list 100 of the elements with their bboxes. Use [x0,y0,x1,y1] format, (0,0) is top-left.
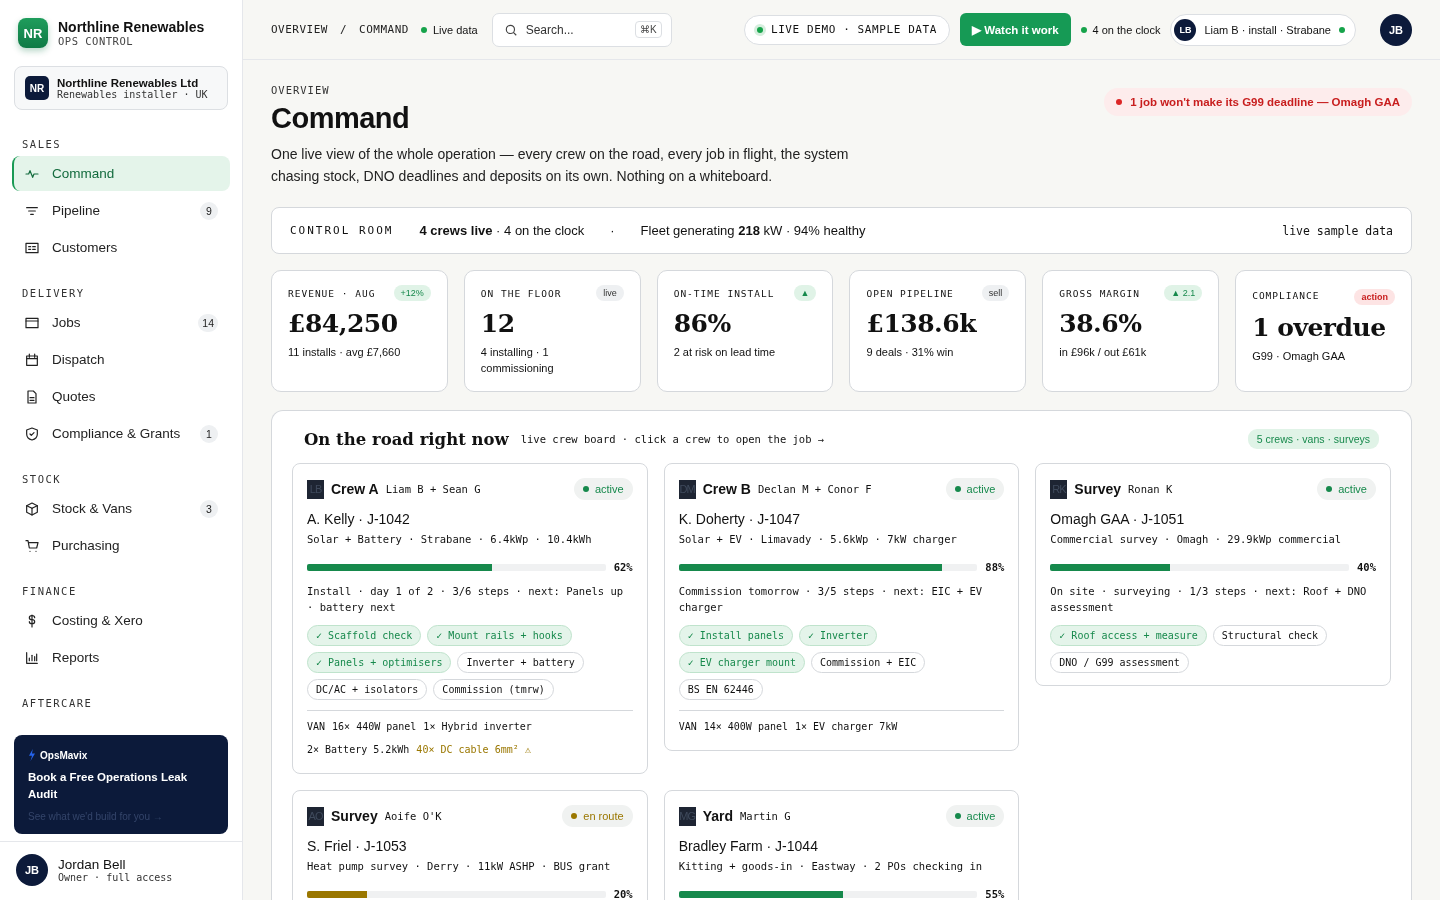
user-name: Jordan Bell [58,857,127,872]
kpi-label: OPEN PIPELINE [866,287,954,299]
job-title: Omagh GAA · J-1051 [1050,511,1186,527]
page-intro: One live view of the whole operation — every crew on the road, every job in flight, the system chasing stock, DNO deadlines and deposits on its own. Nothing on a whiteboard. [271,145,850,186]
crew-name: Yard [702,808,733,824]
count-badge: 1 [200,424,218,443]
sidebar-item[interactable]: Jobs 14 [12,305,230,340]
nav-icon [24,500,40,517]
board-subtitle: live crew board · click a crew to open the job → [520,433,825,445]
step-tag: ✓ Scaffold check [307,625,422,646]
brand-logo: NR [18,18,48,48]
kpi-badge: ▲ 2.1 [1164,285,1203,301]
breadcrumb-item[interactable]: COMMAND [359,23,409,36]
job-spec: Kitting + goods-in · Eastway · 2 POs checking in [678,860,984,872]
van-stock-item: 40× DC cable 6mm² ⚠ [416,743,531,757]
organisation-switcher[interactable]: NR Northline Renewables Ltd Renewables installer · UK [14,66,228,110]
nav-section-heading: FINANCE [21,584,78,599]
progress-percent: 55% [985,888,1005,900]
kpi-label: ON-TIME INSTALL [673,287,775,299]
sidebar-item[interactable]: Command [12,156,230,191]
crew-status: en route [583,810,624,822]
crew-members: Martin G [740,810,791,822]
crew-card[interactable] [292,463,648,774]
fleet-health: kW · 94% healthy [763,223,866,238]
nav-section-heading: SALES [21,137,63,152]
kpi-badge: sell [981,285,1010,301]
count-badge: 3 [200,499,218,518]
crew-status: active [966,483,996,495]
brand-subtitle: OPS CONTROL [58,35,135,47]
van-label: VAN [678,720,697,734]
job-title: K. Doherty · J-1047 [678,511,802,527]
crew-card[interactable] [663,463,1020,751]
crew-members: Aoife O'K [384,810,442,822]
nav-icon [24,649,40,666]
van-stock-item: 1× EV charger 7kW [795,720,898,734]
van-stock-item: 16× 440W panel [332,720,417,734]
clock-status: 4 on the clock [1092,23,1161,36]
crew-status: active [966,810,996,822]
progress-text: Commission tomorrow · 3/5 steps · next: EIC + EV charger [678,584,984,615]
van-stock-item: 2× Battery 5.2kWh [307,743,410,757]
step-tag: ✓ Install panels [678,625,793,646]
job-title: A. Kelly · J-1042 [307,511,411,527]
job-spec: Solar + Battery · Strabane · 6.4kWp · 10.4kWh [307,533,593,545]
kpi-subtext: G99 · Omagh GAA [1252,349,1347,364]
count-badge: 9 [200,201,218,220]
crew-status: active [594,483,624,495]
step-tag: ✓ Inverter [799,625,878,646]
crew-members: Ronan K [1128,483,1173,495]
page-title: Command [271,102,411,135]
nav-section-heading: STOCK [21,472,63,487]
kpi-badge: live [596,285,624,301]
crew-name: Survey [331,808,378,824]
progress-percent: 40% [1357,561,1376,573]
van-stock-item: 14× 400W panel [703,720,788,734]
kpi-label: REVENUE · AUG [288,287,376,299]
progress-text: On site · surveying · 1/3 steps · next: Roof + DNO assessment [1050,584,1368,615]
sidebar-item[interactable]: Purchasing [12,528,230,563]
watch-button[interactable]: ▶ Watch it work [960,13,1071,46]
page-eyebrow: OVERVIEW [271,84,331,96]
sidebar-item[interactable]: Reports [12,640,230,675]
crew-card[interactable] [1035,463,1391,686]
kpi-label: COMPLIANCE [1252,289,1320,301]
fleet-label: Fleet generating [640,223,735,238]
step-tag: ✓ EV charger mount [678,652,806,673]
nav-icon [24,425,40,442]
sidebar-item[interactable]: Quotes [12,379,230,414]
sidebar-item[interactable]: Compliance & Grants 1 [12,416,230,451]
nav-icon [24,537,40,554]
crew-members: Declan M + Conor F [757,483,872,495]
breadcrumb-item[interactable]: OVERVIEW [271,23,328,36]
control-room-label: CONTROL ROOM [290,224,394,237]
nav-icon [24,351,40,368]
kpi-value: 38.6% [1059,309,1143,338]
crew-chip[interactable]: LB Liam B · install · Strabane [1170,13,1356,46]
job-title: Bradley Farm · J-1044 [678,838,819,854]
clock-count: · 4 on the clock [496,223,585,238]
sidebar-item[interactable]: Pipeline 9 [12,193,230,228]
bolt-icon [28,749,36,761]
user-role: Owner · full access [58,872,173,883]
sidebar-item[interactable]: Dispatch [12,342,230,377]
alert-banner[interactable]: 1 job won't make its G99 deadline — Omagh GAA [1104,88,1412,116]
kpi-subtext: 11 installs · avg £7,660 [288,345,402,360]
sidebar-item[interactable]: Customers [12,230,230,265]
kpi-subtext: 2 at risk on lead time [673,345,777,360]
user-avatar[interactable]: JB [1380,13,1412,46]
sidebar-item[interactable]: Costing & Xero [12,603,230,638]
promo-title: Book a Free Operations Leak Audit [28,770,189,802]
promo-brand: OpsMavix [40,749,88,761]
crew-name: Crew A [331,481,379,497]
kpi-subtext: in £96k / out £61k [1059,345,1148,360]
nav-section-heading: AFTERCARE [21,696,94,711]
step-tag: ✓ Panels + optimisers [307,652,452,673]
sidebar-item[interactable]: Stock & Vans 3 [12,491,230,526]
shortcut-key: ⌘K [634,20,662,38]
sample-data-note: live sample data [1282,223,1393,238]
nav-icon [24,388,40,405]
organisation-logo: NR [25,76,49,100]
job-spec: Solar + EV · Limavady · 5.6kWp · 7kW charger [678,533,958,545]
step-tag: ✓ Roof access + measure [1050,625,1207,646]
progress-percent: 20% [613,888,633,900]
